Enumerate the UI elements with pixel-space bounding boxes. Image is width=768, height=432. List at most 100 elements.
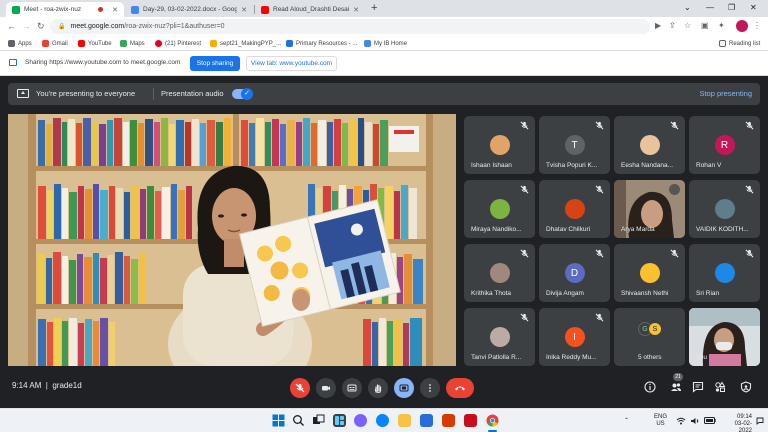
extension-icon[interactable]: ▣ [701, 21, 709, 31]
activities-button[interactable] [714, 381, 726, 393]
system-clock[interactable]: 09:14 03-02-2022 [724, 414, 752, 432]
bookmark-my-ib-home[interactable]: My IB Home [364, 38, 407, 49]
participant-video-tile[interactable]: Arya Marda [614, 180, 685, 238]
notification-center-icon[interactable] [756, 417, 764, 428]
participant-tile[interactable]: Tanvi Patlolla R... [464, 308, 535, 366]
widgets-icon[interactable] [333, 414, 346, 427]
more-options-button[interactable] [420, 378, 440, 398]
bookmark-label: sept21_MakingPYP_... [220, 40, 282, 47]
menu-kebab-icon[interactable]: ⋮ [753, 21, 761, 31]
volume-icon[interactable] [690, 417, 700, 428]
stop-sharing-button[interactable]: Stop sharing [190, 56, 240, 71]
others-tile[interactable]: G S 5 others [614, 308, 685, 366]
bookmark-label: Maps [130, 40, 145, 47]
region-code: US [656, 421, 665, 427]
self-video-tile[interactable]: You [689, 308, 760, 366]
bookmark-star-icon[interactable]: ☆ [684, 21, 691, 31]
minimize-icon[interactable]: — [706, 2, 714, 14]
task-view-icon[interactable] [312, 414, 325, 427]
forward-icon[interactable]: → [22, 20, 31, 32]
participant-tile[interactable]: Eesha Nandana... [614, 116, 685, 174]
acrobat-icon[interactable] [464, 414, 477, 427]
view-tab-button[interactable]: View tab: www.youtube.com [246, 56, 337, 71]
bookmark-youtube[interactable]: YouTube [78, 38, 112, 49]
ib-icon [364, 40, 371, 47]
camera-toggle-button[interactable] [316, 378, 336, 398]
windows-start-icon[interactable] [272, 414, 285, 427]
clock-time: 09:14 [736, 414, 752, 420]
mic-off-icon [595, 313, 604, 322]
file-explorer-icon[interactable] [398, 414, 411, 427]
extensions-puzzle-icon[interactable]: ✦ [718, 21, 725, 31]
close-tab-icon[interactable]: ✕ [353, 6, 359, 14]
bookmark-reading-list[interactable]: Reading list [719, 38, 760, 49]
search-icon[interactable] [292, 414, 305, 427]
tab-meet[interactable]: Meet - roa-zwix-nuz ✕ [6, 2, 124, 17]
tab-youtube[interactable]: Read Aloud_Drashti Desai - ... ✕ [255, 2, 365, 17]
chat-button[interactable] [692, 381, 704, 393]
clock-date: 03-02-2022 [734, 421, 752, 432]
edge-icon[interactable] [376, 414, 389, 427]
shield-lock-icon [740, 381, 752, 393]
bookmark-label: Reading list [729, 40, 761, 47]
participant-tile[interactable]: Ishaan Ishaan [464, 116, 535, 174]
participant-tile[interactable]: Krithika Thota [464, 244, 535, 302]
show-hidden-icons-icon[interactable]: ⌃ [624, 418, 629, 425]
bookmark-maps[interactable]: Maps [120, 38, 145, 49]
raise-hand-button[interactable] [368, 378, 388, 398]
camera-indicator-icon[interactable]: ▶ [655, 21, 661, 31]
participant-name: Divija Angam [546, 290, 584, 297]
restore-icon[interactable]: ❐ [728, 2, 735, 14]
participant-tile[interactable]: VAIDIK KODITH... [689, 180, 760, 238]
language-indicator[interactable]: ENG US [654, 414, 667, 428]
stop-presenting-button[interactable]: Stop presenting [699, 89, 752, 98]
wifi-icon[interactable] [676, 417, 686, 428]
participant-name: Inika Reddy Mu... [546, 354, 597, 361]
bookmark-gmail[interactable]: Gmail [42, 38, 68, 49]
activities-shapes-icon [715, 381, 726, 392]
microphone-toggle-button[interactable] [290, 378, 310, 398]
bookmark-primary-resources[interactable]: Primary Resources - ... [286, 38, 357, 49]
participant-tile[interactable]: R Rohan V [689, 116, 760, 174]
reload-icon[interactable]: ↻ [37, 20, 45, 32]
captions-button[interactable] [342, 378, 362, 398]
profile-avatar[interactable] [736, 20, 748, 32]
teams-chat-icon[interactable] [354, 414, 367, 427]
share-icon[interactable]: ⇪ [669, 21, 676, 31]
address-bar[interactable]: 🔒 meet.google.com/roa-zwix-nuz?pli=1&aut… [50, 19, 650, 34]
participant-tile[interactable]: Dhatav Chilkuri [539, 180, 610, 238]
bookmarks-bar: Apps Gmail YouTube Maps (21) Pinterest s… [0, 36, 768, 51]
participant-count-badge: 21 [673, 373, 683, 381]
participant-tile[interactable]: Shivaansh Nethi [614, 244, 685, 302]
close-window-icon[interactable]: ✕ [750, 2, 757, 14]
store-icon[interactable] [420, 414, 433, 427]
folder-icon [210, 40, 217, 47]
bookmark-apps[interactable]: Apps [8, 38, 32, 49]
participant-tile[interactable]: T Tvisha Popuri K... [539, 116, 610, 174]
participant-tile[interactable]: Miraya Nandiko... [464, 180, 535, 238]
bookmark-pinterest[interactable]: (21) Pinterest [155, 38, 201, 49]
bookmark-sept21[interactable]: sept21_MakingPYP_... [210, 38, 281, 49]
recording-dot-icon [98, 7, 104, 12]
host-controls-button[interactable] [740, 381, 752, 393]
participant-tile[interactable]: Sri Rian [689, 244, 760, 302]
present-now-button[interactable] [394, 378, 414, 398]
participant-tile[interactable]: D Divija Angam [539, 244, 610, 302]
chrome-icon[interactable] [486, 414, 499, 427]
participant-name: Shivaansh Nethi [621, 290, 669, 297]
tab-search-icon[interactable]: ⌄ [684, 2, 691, 14]
tab-title: Meet - roa-zwix-nuz [24, 6, 82, 13]
battery-icon[interactable] [704, 417, 716, 427]
people-button[interactable] [670, 381, 682, 393]
participant-tile[interactable]: I Inika Reddy Mu... [539, 308, 610, 366]
new-tab-button[interactable]: + [371, 2, 377, 15]
leave-call-button[interactable] [446, 378, 474, 398]
close-tab-icon[interactable]: ✕ [241, 6, 247, 14]
close-tab-icon[interactable]: ✕ [112, 6, 118, 14]
office-icon[interactable] [442, 414, 455, 427]
presentation-audio-toggle[interactable]: ✓ [232, 88, 253, 100]
meeting-details-button[interactable] [644, 381, 656, 393]
tab-docs[interactable]: Day-29, 03-02-2022.docx - Goog... ✕ [125, 2, 253, 17]
back-icon[interactable]: ← [7, 20, 16, 32]
browser-toolbar: ← → ↻ 🔒 meet.google.com/roa-zwix-nuz?pli… [0, 17, 768, 36]
